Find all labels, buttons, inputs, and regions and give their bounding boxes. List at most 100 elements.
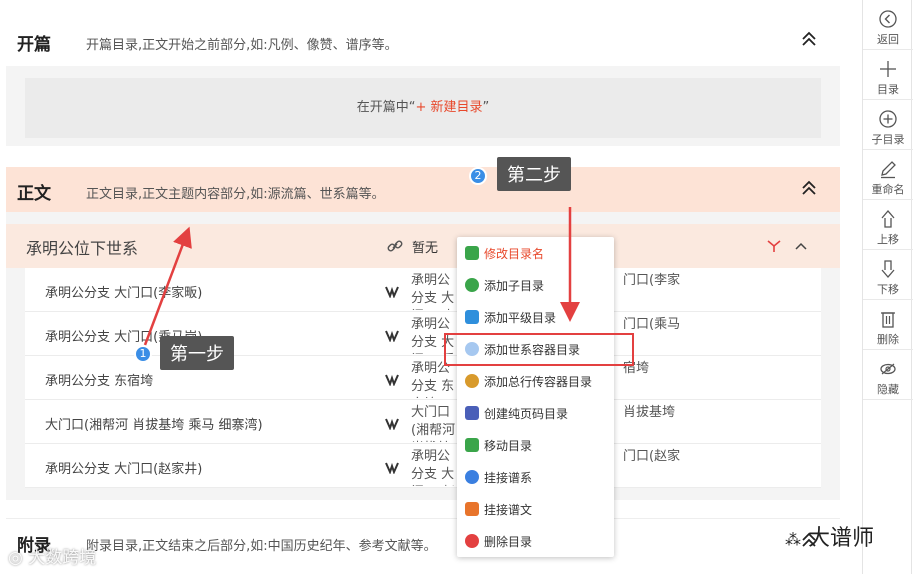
section-opening-desc: 开篇目录,正文开始之前部分,如:凡例、像赞、谱序等。 bbox=[86, 38, 398, 53]
watermark-left-text: 大数跨境 bbox=[28, 548, 97, 568]
menu-item-add-sibling[interactable]: 添加平级目录 bbox=[457, 301, 614, 333]
pencil-icon bbox=[465, 246, 479, 260]
section-appendix-desc: 附录目录,正文结束之后部分,如:中国历史纪年、参考文献等。 bbox=[86, 539, 437, 554]
row-value: 承明公分支 大门口(赵家井) bbox=[411, 449, 455, 486]
section-body-header[interactable]: 正文 正文目录,正文主题内容部分,如:源流篇、世系篇等。 bbox=[6, 167, 840, 212]
row-value-tail: 门口(乘马 bbox=[623, 317, 681, 332]
menu-item-label: 删除目录 bbox=[484, 535, 533, 549]
menu-item-label: 创建纯页码目录 bbox=[484, 407, 569, 421]
plus-circle-icon bbox=[465, 278, 479, 292]
step2-label: 第二步 bbox=[497, 157, 571, 191]
gear-icon bbox=[465, 374, 479, 388]
menu-item-add-child[interactable]: 添加子目录 bbox=[457, 269, 614, 301]
watermark-right-text: 大谱师 bbox=[808, 526, 875, 551]
target-icon bbox=[465, 470, 479, 484]
arrow-up-icon bbox=[881, 210, 895, 228]
toolbar-label: 重命名 bbox=[871, 183, 905, 196]
directory-rows: 承明公分支 大门口(李家畈) 承明公分支 大门口(李家畈) 门口(李家 承明公分… bbox=[25, 268, 821, 488]
plus-circle-icon bbox=[879, 110, 897, 128]
row-value-tail: 门口(李家 bbox=[623, 273, 681, 288]
section-opening-title: 开篇 bbox=[17, 35, 51, 55]
toolbar-back-button[interactable]: 返回 bbox=[863, 0, 913, 50]
toolbar-move-up-button[interactable]: 上移 bbox=[863, 200, 913, 250]
eye-icon bbox=[880, 363, 896, 375]
section-opening-header[interactable]: 开篇 开篇目录,正文开始之前部分,如:凡例、像赞、谱序等。 bbox=[6, 18, 840, 66]
row-value: 承明公分支 大门口(李家畈) bbox=[411, 273, 455, 310]
pencil-icon bbox=[881, 161, 896, 179]
watermark-left: ◎ 大数跨境 bbox=[8, 543, 96, 568]
toolbar-label: 删除 bbox=[877, 333, 899, 346]
step2-badge: 2 bbox=[469, 167, 487, 185]
page-icon bbox=[465, 406, 479, 420]
document-icon bbox=[465, 502, 479, 516]
menu-item-attach-text[interactable]: 挂接谱文 bbox=[457, 493, 614, 525]
toolbar-add-directory-button[interactable]: 目录 bbox=[863, 50, 913, 100]
link-icon bbox=[387, 240, 403, 252]
menu-item-add-biography-container[interactable]: 添加总行传容器目录 bbox=[457, 365, 614, 397]
menu-item-delete[interactable]: 删除目录 bbox=[457, 525, 614, 557]
empty-suffix: ” bbox=[482, 100, 490, 115]
empty-prefix: 在开篇中“ bbox=[356, 100, 416, 115]
genealogy-tree-icon bbox=[385, 374, 399, 386]
toolbar-rename-button[interactable]: 重命名 bbox=[863, 150, 913, 200]
section-body: 正文 正文目录,正文主题内容部分,如:源流篇、世系篇等。 承明公位下世系 暂无 bbox=[6, 167, 840, 500]
row-name: 大门口(湘帮河 肖拔基垮 乘马 细寨湾) bbox=[45, 418, 263, 433]
section-appendix-header[interactable]: 附录 附录目录,正文结束之后部分,如:中国历史纪年、参考文献等。 bbox=[6, 519, 840, 567]
toolbar-label: 子目录 bbox=[871, 133, 905, 146]
opening-empty-placeholder: 在开篇中“+ 新建目录” bbox=[25, 78, 821, 138]
table-row[interactable]: 大门口(湘帮河 肖拔基垮 乘马 细寨湾) 大门口(湘帮河 肖拔基垮 乘马 细寨湾… bbox=[25, 400, 821, 444]
toolbar-label: 下移 bbox=[877, 283, 899, 296]
toolbar-label: 返回 bbox=[877, 33, 899, 46]
step1-badge: 1 bbox=[134, 345, 152, 363]
volume-status: 暂无 bbox=[412, 241, 439, 256]
menu-item-label: 添加平级目录 bbox=[484, 311, 557, 325]
collapse-chevron-icon[interactable] bbox=[800, 30, 818, 48]
context-menu: 修改目录名 添加子目录 添加平级目录 添加世系容器目录 添加总行传容器目录 创建… bbox=[457, 237, 614, 557]
genealogy-tree-icon bbox=[385, 286, 399, 298]
menu-item-create-page-directory[interactable]: 创建纯页码目录 bbox=[457, 397, 614, 429]
menu-item-move[interactable]: 移动目录 bbox=[457, 429, 614, 461]
genealogy-tree-icon bbox=[385, 330, 399, 342]
row-name: 承明公分支 东宿垮 bbox=[45, 374, 154, 389]
table-row[interactable]: 承明公分支 大门口(赵家井) 承明公分支 大门口(赵家井) 门口(赵家 bbox=[25, 444, 821, 488]
trash-icon bbox=[881, 312, 895, 328]
menu-item-rename[interactable]: 修改目录名 bbox=[457, 237, 614, 269]
wechat-icon: ⁂ bbox=[785, 530, 801, 549]
menu-item-label: 挂接谱文 bbox=[484, 503, 533, 517]
row-value-tail: 宿垮 bbox=[623, 361, 650, 376]
right-toolbar: 返回 目录 子目录 重命名 上移 下移 删除 隐藏 bbox=[862, 0, 913, 574]
plus-icon bbox=[880, 61, 896, 77]
collapse-chevron-icon[interactable] bbox=[800, 179, 818, 197]
row-name: 承明公分支 大门口(赵家井) bbox=[45, 462, 203, 477]
toolbar-move-down-button[interactable]: 下移 bbox=[863, 250, 913, 300]
branch-icon[interactable] bbox=[766, 238, 782, 254]
volume-title: 承明公位下世系 bbox=[26, 239, 139, 258]
plus-square-icon bbox=[465, 310, 479, 324]
list-icon bbox=[465, 438, 479, 452]
row-name: 承明公分支 大门口(李家畈) bbox=[45, 286, 203, 301]
table-row[interactable]: 承明公分支 大门口(李家畈) 承明公分支 大门口(李家畈) 门口(李家 bbox=[25, 268, 821, 312]
section-opening: 开篇 开篇目录,正文开始之前部分,如:凡例、像赞、谱序等。 在开篇中“+ 新建目… bbox=[6, 18, 840, 146]
section-body-title: 正文 bbox=[17, 184, 51, 204]
volume-header[interactable]: 承明公位下世系 暂无 bbox=[6, 224, 840, 268]
back-circle-icon bbox=[879, 10, 897, 28]
chevron-up-icon[interactable] bbox=[794, 239, 808, 253]
row-value-tail: 肖拔基垮 bbox=[623, 405, 676, 420]
step1-label: 第一步 bbox=[160, 336, 234, 370]
watermark-logo-icon: ◎ bbox=[8, 548, 23, 568]
toolbar-label: 上移 bbox=[877, 233, 899, 246]
menu-item-label: 移动目录 bbox=[484, 439, 533, 453]
toolbar-add-subdirectory-button[interactable]: 子目录 bbox=[863, 100, 913, 150]
genealogy-tree-icon bbox=[385, 462, 399, 474]
highlight-box bbox=[444, 333, 634, 366]
new-directory-link[interactable]: + 新建目录 bbox=[415, 100, 482, 115]
menu-item-label: 挂接谱系 bbox=[484, 471, 533, 485]
toolbar-hide-button[interactable]: 隐藏 bbox=[863, 350, 913, 400]
menu-item-label: 修改目录名 bbox=[484, 247, 545, 261]
row-value: 大门口(湘帮河 肖拔基垮 乘马 细寨湾) bbox=[411, 405, 456, 442]
menu-item-attach-lineage[interactable]: 挂接谱系 bbox=[457, 461, 614, 493]
toolbar-delete-button[interactable]: 删除 bbox=[863, 300, 913, 350]
section-appendix: 附录 附录目录,正文结束之后部分,如:中国历史纪年、参考文献等。 bbox=[6, 518, 840, 574]
main-panel: 开篇 开篇目录,正文开始之前部分,如:凡例、像赞、谱序等。 在开篇中“+ 新建目… bbox=[0, 0, 862, 574]
section-body-desc: 正文目录,正文主题内容部分,如:源流篇、世系篇等。 bbox=[86, 187, 385, 202]
